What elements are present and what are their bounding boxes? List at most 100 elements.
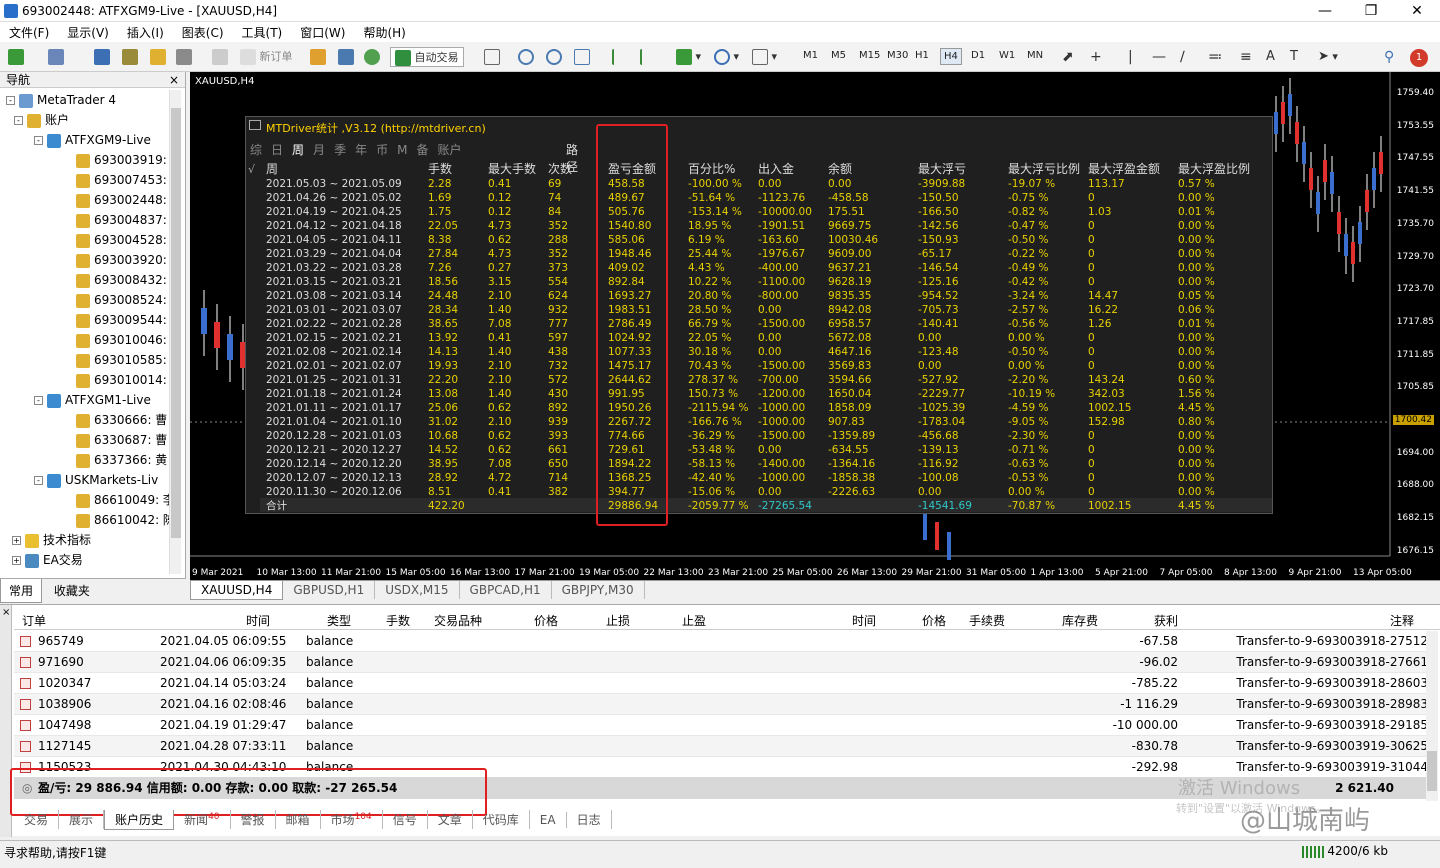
tree-account[interactable]: 6337366: 黄 bbox=[76, 450, 167, 470]
filter-3[interactable]: 月 bbox=[313, 143, 325, 157]
terminal-header-4[interactable]: 交易品种 bbox=[434, 612, 482, 629]
terminal-tab-10[interactable]: EA bbox=[530, 812, 567, 828]
chart-tab-4[interactable]: GBPJPY,M30 bbox=[552, 581, 645, 599]
table-row[interactable]: 965749 2021.04.05 06:09:55 balance -67.58 Tr… bbox=[14, 631, 1432, 652]
filter-7[interactable]: M bbox=[397, 143, 407, 157]
minimize-panel-icon[interactable] bbox=[249, 120, 261, 130]
terminal-scroll-thumb[interactable] bbox=[1427, 751, 1437, 791]
chart-shift-button[interactable] bbox=[612, 47, 628, 67]
terminal-header-7[interactable]: 止盈 bbox=[682, 612, 706, 629]
timeframe-m15[interactable]: M15 bbox=[856, 48, 883, 63]
timeframe-mn[interactable]: MN bbox=[1024, 48, 1046, 63]
zoom-in-button[interactable] bbox=[518, 47, 534, 67]
terminal-header-13[interactable]: 注释 bbox=[1390, 612, 1414, 629]
filter-9[interactable]: 账户 bbox=[437, 143, 461, 157]
expand-icon[interactable]: - bbox=[34, 136, 43, 145]
expand-icon[interactable]: + bbox=[12, 536, 21, 545]
label-button[interactable]: T bbox=[1290, 47, 1298, 67]
tree-account[interactable]: 693010046: bbox=[76, 330, 167, 350]
tree-account[interactable]: 693002448: bbox=[76, 190, 167, 210]
terminal-tab-0[interactable]: 交易 bbox=[14, 810, 60, 829]
tree-account[interactable]: 693003919: bbox=[76, 150, 167, 170]
tree-account[interactable]: 693010585: bbox=[76, 350, 167, 370]
tree-accounts[interactable]: - 账户 bbox=[14, 110, 69, 130]
menu-item-4[interactable]: 工具(T) bbox=[233, 22, 292, 43]
tree-account[interactable]: 86610049: 李 bbox=[76, 490, 175, 510]
menu-item-3[interactable]: 图表(C) bbox=[173, 22, 233, 43]
tree-root[interactable]: - MetaTrader 4 bbox=[6, 90, 116, 110]
table-row[interactable]: 971690 2021.04.06 06:09:35 balance -96.02 Tr… bbox=[14, 652, 1432, 673]
timeframe-m30[interactable]: M30 bbox=[884, 48, 911, 63]
expand-icon[interactable]: - bbox=[14, 116, 23, 125]
tree-account[interactable]: 6330666: 曹 bbox=[76, 410, 167, 430]
tree-server-0[interactable]: - ATFXGM9-Live bbox=[34, 130, 151, 150]
terminal-header-3[interactable]: 手数 bbox=[386, 612, 410, 629]
terminal-tab-2[interactable]: 账户历史 bbox=[104, 810, 175, 830]
vertical-line-button[interactable]: | bbox=[1128, 47, 1133, 67]
market-watch-button[interactable] bbox=[94, 47, 110, 67]
tree-account[interactable]: 6330687: 曹 bbox=[76, 430, 167, 450]
channel-button[interactable]: ≕ bbox=[1208, 47, 1222, 67]
cursor-button[interactable]: ⬈ bbox=[1062, 47, 1074, 67]
tree-account[interactable]: 693008432: bbox=[76, 270, 167, 290]
new-chart-button[interactable] bbox=[8, 47, 24, 67]
navigator-scrollbar[interactable] bbox=[169, 90, 181, 574]
chart-tab-0[interactable]: XAUUSD,H4 bbox=[190, 581, 284, 600]
trendline-button[interactable]: ∕ bbox=[1180, 47, 1185, 67]
terminal-header-8[interactable]: 时间 bbox=[852, 612, 876, 629]
terminal-header-5[interactable]: 价格 bbox=[534, 612, 558, 629]
terminal-tab-7[interactable]: 信号 bbox=[383, 810, 428, 829]
signals-button[interactable] bbox=[364, 47, 380, 67]
tree-account[interactable]: 693007453: bbox=[76, 170, 167, 190]
terminal-tab-6[interactable]: 市场104 bbox=[321, 810, 383, 829]
filter-1[interactable]: 日 bbox=[271, 143, 283, 157]
filter-6[interactable]: 币 bbox=[376, 143, 388, 157]
terminal-header-6[interactable]: 止损 bbox=[606, 612, 630, 629]
table-row[interactable]: 1038906 2021.04.16 02:08:46 balance -1 116.… bbox=[14, 694, 1432, 715]
menu-item-2[interactable]: 插入(I) bbox=[118, 22, 173, 43]
terminal-header-9[interactable]: 价格 bbox=[922, 612, 946, 629]
filter-8[interactable]: 备 bbox=[416, 143, 428, 157]
tree-account[interactable]: 693004528: bbox=[76, 230, 167, 250]
terminal-button[interactable] bbox=[176, 47, 192, 67]
expand-icon[interactable]: - bbox=[34, 396, 43, 405]
terminal-header-1[interactable]: 时间 bbox=[246, 612, 270, 629]
tile-windows-button[interactable] bbox=[574, 47, 590, 67]
tree-account[interactable]: 693003920: bbox=[76, 250, 167, 270]
timeframe-h1[interactable]: H1 bbox=[912, 48, 932, 63]
tree-account[interactable]: 693004837: bbox=[76, 210, 167, 230]
crosshair-button[interactable]: + bbox=[1090, 47, 1102, 67]
tester-button[interactable] bbox=[212, 47, 228, 67]
menu-item-6[interactable]: 帮助(H) bbox=[354, 22, 414, 43]
timeframe-h4[interactable]: H4 bbox=[940, 48, 962, 65]
terminal-tab-3[interactable]: 新闻40 bbox=[174, 810, 231, 829]
fibo-button[interactable]: ≡ bbox=[1240, 47, 1252, 67]
data-window-button[interactable] bbox=[122, 47, 138, 67]
close-button[interactable]: ✕ bbox=[1394, 0, 1440, 22]
metaeditor-button[interactable] bbox=[310, 47, 326, 67]
tree-account[interactable]: 86610042: 陈 bbox=[76, 510, 175, 530]
tree-indicators[interactable]: + 技术指标 bbox=[12, 530, 91, 550]
terminal-tab-11[interactable]: 日志 bbox=[567, 810, 612, 829]
new-order-button[interactable]: 新订单 bbox=[240, 47, 293, 67]
terminal-header-12[interactable]: 获利 bbox=[1154, 612, 1178, 629]
expand-icon[interactable]: + bbox=[12, 556, 21, 565]
menu-item-1[interactable]: 显示(V) bbox=[58, 22, 118, 43]
filter-0[interactable]: 综 bbox=[250, 143, 262, 157]
tree-server-2[interactable]: - USKMarkets-Liv bbox=[34, 470, 158, 490]
mtdriver-stats-panel[interactable]: MTDriver统计 ,V3.12 (http://mtdriver.cn) 综… bbox=[245, 116, 1273, 514]
scroll-thumb[interactable] bbox=[171, 108, 181, 538]
tab-favorites[interactable]: 收藏夹 bbox=[46, 579, 98, 602]
terminal-scrollbar[interactable] bbox=[1426, 631, 1438, 801]
community-button[interactable] bbox=[338, 47, 354, 67]
terminal-tab-1[interactable]: 展示 bbox=[59, 810, 105, 829]
chart-tab-3[interactable]: GBPCAD,H1 bbox=[460, 581, 552, 599]
chart-tab-1[interactable]: GBPUSD,H1 bbox=[283, 581, 376, 599]
bar-chart-button[interactable] bbox=[484, 47, 500, 67]
tree-ea[interactable]: + EA交易 bbox=[12, 550, 83, 570]
timeframe-d1[interactable]: D1 bbox=[968, 48, 988, 63]
alerts-button[interactable]: 1 bbox=[1410, 47, 1428, 67]
tree-server-1[interactable]: - ATFXGM1-Live bbox=[34, 390, 151, 410]
periods-button[interactable]: ▾ bbox=[714, 47, 739, 67]
timeframe-m1[interactable]: M1 bbox=[800, 48, 821, 63]
